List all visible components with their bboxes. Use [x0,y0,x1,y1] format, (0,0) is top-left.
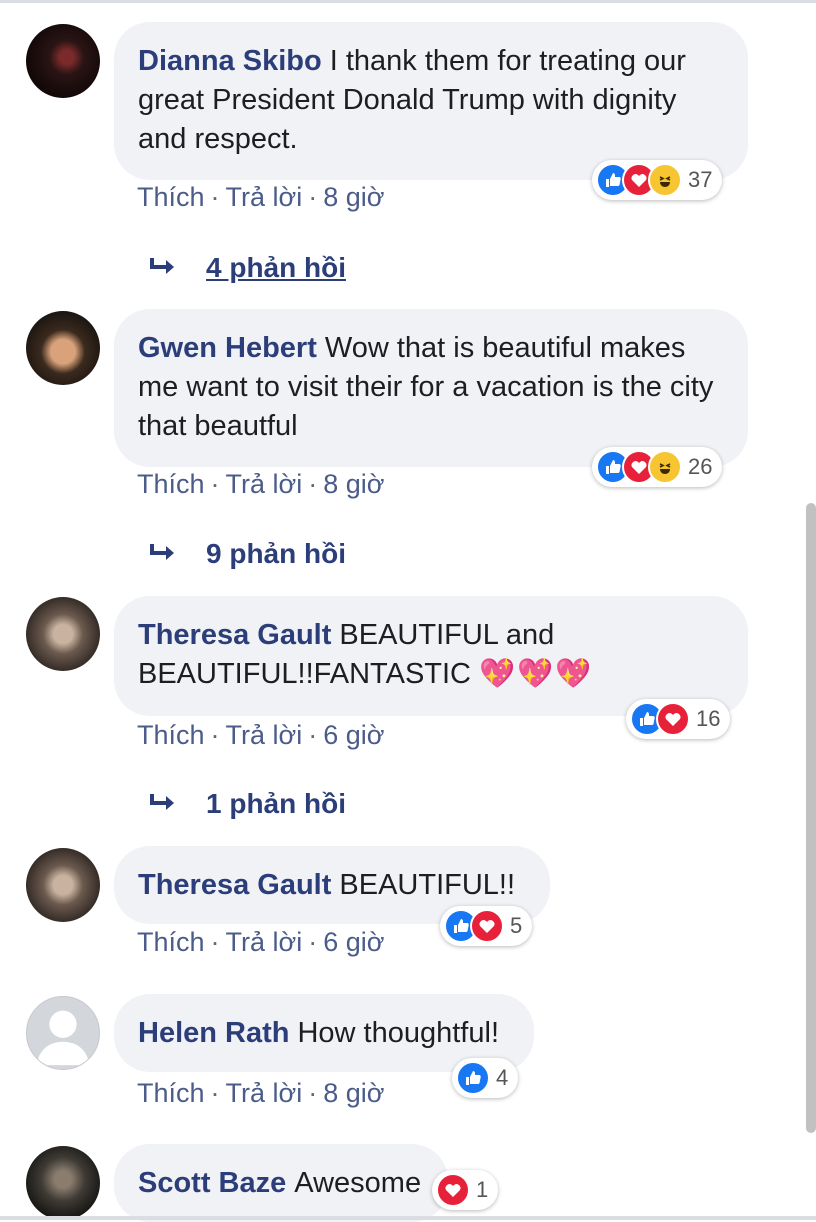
reaction-count: 4 [496,1065,509,1090]
reaction-summary[interactable]: 37 [592,160,723,200]
comment-time[interactable]: 6 giờ [323,927,384,957]
bottom-divider [0,1216,816,1220]
reply-link[interactable]: Trả lời [226,469,303,499]
reaction-summary[interactable]: 16 [626,699,731,739]
reply-arrow-icon [150,544,174,560]
sparkling-heart-emoji: 💖💖💖 [479,658,594,690]
love-icon [436,1173,470,1207]
reaction-count: 37 [688,167,713,192]
comment-author[interactable]: Gwen Hebert [138,332,317,364]
avatar[interactable] [26,311,100,385]
like-link[interactable]: Thích [137,182,205,212]
comment-time[interactable]: 8 giờ [323,1078,384,1108]
view-replies-link[interactable]: 1 phản hồi [148,788,346,820]
reaction-count: 5 [510,913,523,938]
reply-arrow-icon [150,258,174,274]
scrollbar[interactable] [806,503,816,1133]
comment-bubble: Theresa Gault BEAUTIFUL and BEAUTIFUL!!FA… [114,596,748,716]
reaction-count: 16 [696,706,721,731]
reaction-summary[interactable]: 26 [592,447,723,487]
like-icon [456,1061,490,1095]
default-avatar-icon [36,1010,90,1066]
comment-author[interactable]: Theresa Gault [138,619,331,651]
comment-actions: Thích · Trả lời · 6 giờ [137,927,385,957]
reaction-count: 1 [476,1177,489,1202]
like-link[interactable]: Thích [137,1078,205,1108]
reply-link[interactable]: Trả lời [226,720,303,750]
comment-text: BEAUTIFUL!! [339,869,516,901]
replies-count-label[interactable]: 1 phản hồi [206,788,346,820]
comment-actions: Thích · Trả lời · 8 giờ [137,1078,385,1108]
reply-link[interactable]: Trả lời [226,1078,303,1108]
comment-text: How thoughtful! [297,1017,499,1049]
avatar[interactable] [26,996,100,1070]
comment-actions: Thích · Trả lời · 8 giờ [137,469,385,499]
haha-icon [648,163,682,197]
comment-time[interactable]: 8 giờ [323,182,384,212]
avatar[interactable] [26,24,100,98]
reaction-summary[interactable]: 1 [432,1170,499,1210]
replies-count-label[interactable]: 9 phản hồi [206,538,346,570]
view-replies-link[interactable]: 9 phản hồi [148,538,346,570]
comment-time[interactable]: 8 giờ [323,469,384,499]
reply-link[interactable]: Trả lời [226,182,303,212]
comment-author[interactable]: Theresa Gault [138,869,331,901]
comment-author[interactable]: Scott Baze [138,1167,286,1199]
reaction-summary[interactable]: 4 [452,1058,519,1098]
love-icon [656,702,690,736]
reply-link[interactable]: Trả lời [226,927,303,957]
comment-author[interactable]: Dianna Skibo [138,45,322,77]
comment-actions: Thích · Trả lời · 8 giờ [137,182,385,212]
replies-count-label[interactable]: 4 phản hồi [206,252,346,284]
comment-bubble: Scott Baze Awesome [114,1144,448,1222]
like-link[interactable]: Thích [137,720,205,750]
comment-actions: Thích · Trả lời · 6 giờ [137,720,385,750]
top-divider [0,0,816,3]
comment-author[interactable]: Helen Rath [138,1017,289,1049]
reaction-count: 26 [688,454,713,479]
avatar[interactable] [26,1146,100,1220]
comment-time[interactable]: 6 giờ [323,720,384,750]
comment-bubble: Gwen Hebert Wow that is beautiful makes m… [114,309,748,467]
reaction-summary[interactable]: 5 [440,906,533,946]
love-icon [470,909,504,943]
reply-arrow-icon [150,794,174,810]
like-link[interactable]: Thích [137,469,205,499]
comment-bubble: Dianna Skibo I thank them for treating ou… [114,22,748,180]
view-replies-link[interactable]: 4 phản hồi [148,252,346,284]
avatar[interactable] [26,597,100,671]
haha-icon [648,450,682,484]
like-link[interactable]: Thích [137,927,205,957]
comment-text: Awesome [294,1167,422,1199]
avatar[interactable] [26,848,100,922]
